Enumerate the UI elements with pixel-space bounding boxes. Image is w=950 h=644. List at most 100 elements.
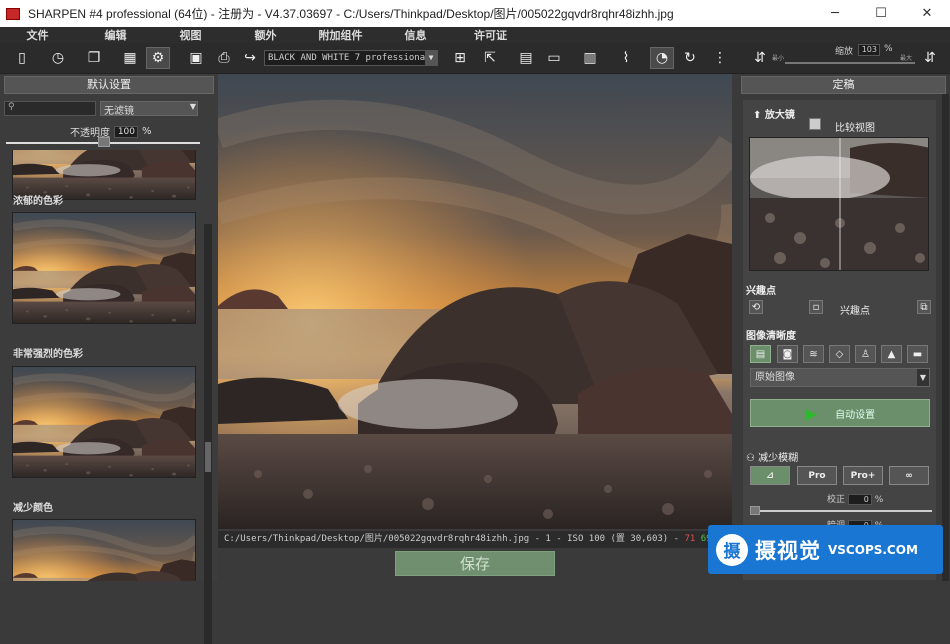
status-red-value: 71 [684, 534, 696, 544]
clarity-standard-icon[interactable]: ▤ [750, 345, 771, 363]
zoom-label-text: 缩放 [835, 47, 854, 57]
export-icon[interactable]: ⇱ [478, 47, 502, 69]
history-icon[interactable]: ◷ [46, 47, 70, 69]
minimize-button[interactable]: ─ [812, 0, 858, 27]
magnifier-preview[interactable] [749, 137, 929, 271]
correct-slider[interactable] [752, 510, 932, 512]
left-panel: 默认设置 ⚲ 无滤镜 ▼ 不透明度 100 % 浓郁的色彩 非常强烈的色彩 减少… [0, 74, 218, 644]
blur-mode-pro-plus[interactable]: Pro+ [843, 466, 883, 485]
right-panel: 定稿 ⬆ 放大镜 比较视图 兴趣点 ⟲ ▫ 兴趣点 ⧉ 图像清晰度 ▤ ◙ ≋ … [737, 74, 950, 581]
clarity-title: 图像清晰度 [746, 331, 796, 342]
preset-select[interactable]: BLACK AND WHITE 7 professional ▼ [264, 50, 438, 66]
save-button[interactable]: 保存 [395, 551, 555, 576]
share-icon[interactable]: ↪ [238, 47, 262, 69]
zoom-fill-icon[interactable]: ⇵ [918, 47, 942, 69]
zoom-slider[interactable] [785, 62, 915, 64]
settings-gears-icon[interactable]: ⚙ [146, 47, 170, 69]
menu-extra[interactable]: 额外 [228, 27, 303, 43]
copy-icon[interactable]: ❐ [82, 47, 106, 69]
projector-icon[interactable]: ▭ [542, 47, 566, 69]
correct-slider-handle[interactable] [750, 506, 760, 515]
watermark-logo: 摄 [716, 533, 748, 566]
zoom-value-field[interactable]: 103 [858, 44, 880, 56]
preset-thumbnail[interactable] [12, 212, 196, 324]
watermark-cn: 摄视觉 [755, 538, 821, 563]
auto-settings-button[interactable]: ▶ 自动设置 [750, 399, 930, 427]
window-title: SHARPEN #4 professional (64位) - 注册为 - V4… [28, 7, 674, 21]
menu-addons[interactable]: 附加组件 [303, 27, 378, 43]
scrollbar-thumb[interactable] [205, 442, 211, 472]
print-icon[interactable]: ⎙ [212, 47, 236, 69]
clarity-mountain-icon[interactable]: ▲ [881, 345, 902, 363]
arrow-up-icon: ⬆ [753, 110, 762, 121]
watermark: 摄 摄视觉 VSCOPS.COM [708, 525, 943, 574]
compare-toggle[interactable] [809, 118, 821, 130]
source-image-select[interactable]: 原始图像 ▼ [750, 368, 930, 387]
filter-select-value: 无滤镜 [104, 106, 134, 117]
clarity-camera-icon[interactable]: ◙ [777, 345, 798, 363]
blur-mode-pro[interactable]: Pro [797, 466, 837, 485]
split-view-icon[interactable]: ⊞ [448, 47, 472, 69]
preset-thumbnail[interactable] [12, 519, 196, 581]
zoom-max-label: 最大 [900, 55, 913, 62]
maximize-button[interactable]: ☐ [858, 0, 904, 27]
zoom-min-label: 最小 [772, 55, 785, 62]
film-icon[interactable]: ▥ [578, 47, 602, 69]
menu-view[interactable]: 视图 [153, 27, 228, 43]
preset-label: 非常强烈的色彩 [13, 349, 83, 360]
raw-icon[interactable]: ▦ [118, 47, 142, 69]
menu-license[interactable]: 许可证 [453, 27, 528, 43]
search-input[interactable]: ⚲ [4, 101, 96, 116]
preset-list: 浓郁的色彩 非常强烈的色彩 减少颜色 [4, 150, 204, 581]
opacity-unit: % [142, 126, 152, 137]
clarity-landscape-icon[interactable]: ▬ [907, 345, 928, 363]
correct-row: 校正 0 % [827, 492, 883, 505]
more-icon[interactable]: ⋮ [708, 47, 732, 69]
watermark-en: VSCOPS.COM [828, 542, 918, 557]
clarity-person-icon[interactable]: ♙ [855, 345, 876, 363]
chevron-down-icon: ▼ [917, 369, 929, 386]
status-text: C:/Users/Thinkpad/Desktop/图片/005022gqvdr… [224, 534, 680, 544]
batch-icon[interactable]: ▤ [514, 47, 538, 69]
blur-mode-infinity[interactable]: ∞ [889, 466, 929, 485]
menu-bar: 文件 编辑 视图 额外 附加组件 信息 许可证 [0, 27, 950, 43]
poi-add-icon[interactable]: ▫ [809, 300, 823, 314]
app-icon [6, 7, 20, 20]
correct-value-field[interactable]: 0 [847, 494, 872, 505]
laptop-icon: ⊿ [766, 470, 774, 481]
menu-file[interactable]: 文件 [0, 27, 75, 43]
reduce-blur-label: 减少模糊 [758, 453, 799, 464]
poi-reset-icon[interactable]: ⟲ [749, 300, 763, 314]
preset-label: 浓郁的色彩 [13, 196, 63, 207]
zoom-fit-icon[interactable]: ⇵ [748, 47, 772, 69]
filter-select[interactable]: 无滤镜 ▼ [100, 101, 198, 117]
toolbar: ▯ ◷ ❐ ▦ ⚙ ▣ ⎙ ↪ ⊞ ⇱ ▤ ▭ ▥ ⌇ ◔ ↻ ⋮ ⇵ ⇵ [0, 43, 950, 74]
save-disk-icon[interactable]: ▣ [184, 47, 208, 69]
preset-thumbnail[interactable] [12, 366, 196, 478]
new-file-icon[interactable]: ▯ [10, 47, 34, 69]
main-photo [218, 74, 732, 529]
compare-label: 比较视图 [835, 123, 875, 134]
menu-edit[interactable]: 编辑 [78, 27, 153, 43]
zoom-label: 缩放 [835, 44, 853, 57]
clarity-gem-icon[interactable]: ◇ [829, 345, 850, 363]
histogram-icon[interactable]: ⌇ [614, 47, 638, 69]
opacity-slider-handle[interactable] [98, 137, 110, 147]
menu-info[interactable]: 信息 [378, 27, 453, 43]
opacity-row: 不透明度 100 % [70, 124, 152, 139]
blur-mode-standard[interactable]: ⊿ [750, 466, 790, 485]
status-bar: C:/Users/Thinkpad/Desktop/图片/005022gqvdr… [218, 531, 732, 548]
clarity-water-icon[interactable]: ≋ [803, 345, 824, 363]
preset-label: 减少颜色 [13, 503, 53, 514]
dial-icon[interactable]: ◔ [650, 47, 674, 69]
auto-play-icon: ▶ [804, 403, 818, 423]
poi-menu-icon[interactable]: ⧉ [917, 300, 931, 314]
correct-unit: % [874, 495, 884, 505]
left-scrollbar[interactable] [204, 224, 212, 644]
image-canvas[interactable] [218, 74, 732, 529]
redo-icon[interactable]: ↻ [678, 47, 702, 69]
opacity-value-field[interactable]: 100 [114, 125, 138, 138]
glasses-icon: ⚇ [746, 453, 755, 464]
right-scrollbar[interactable] [942, 94, 949, 581]
close-button[interactable]: ✕ [904, 0, 950, 27]
